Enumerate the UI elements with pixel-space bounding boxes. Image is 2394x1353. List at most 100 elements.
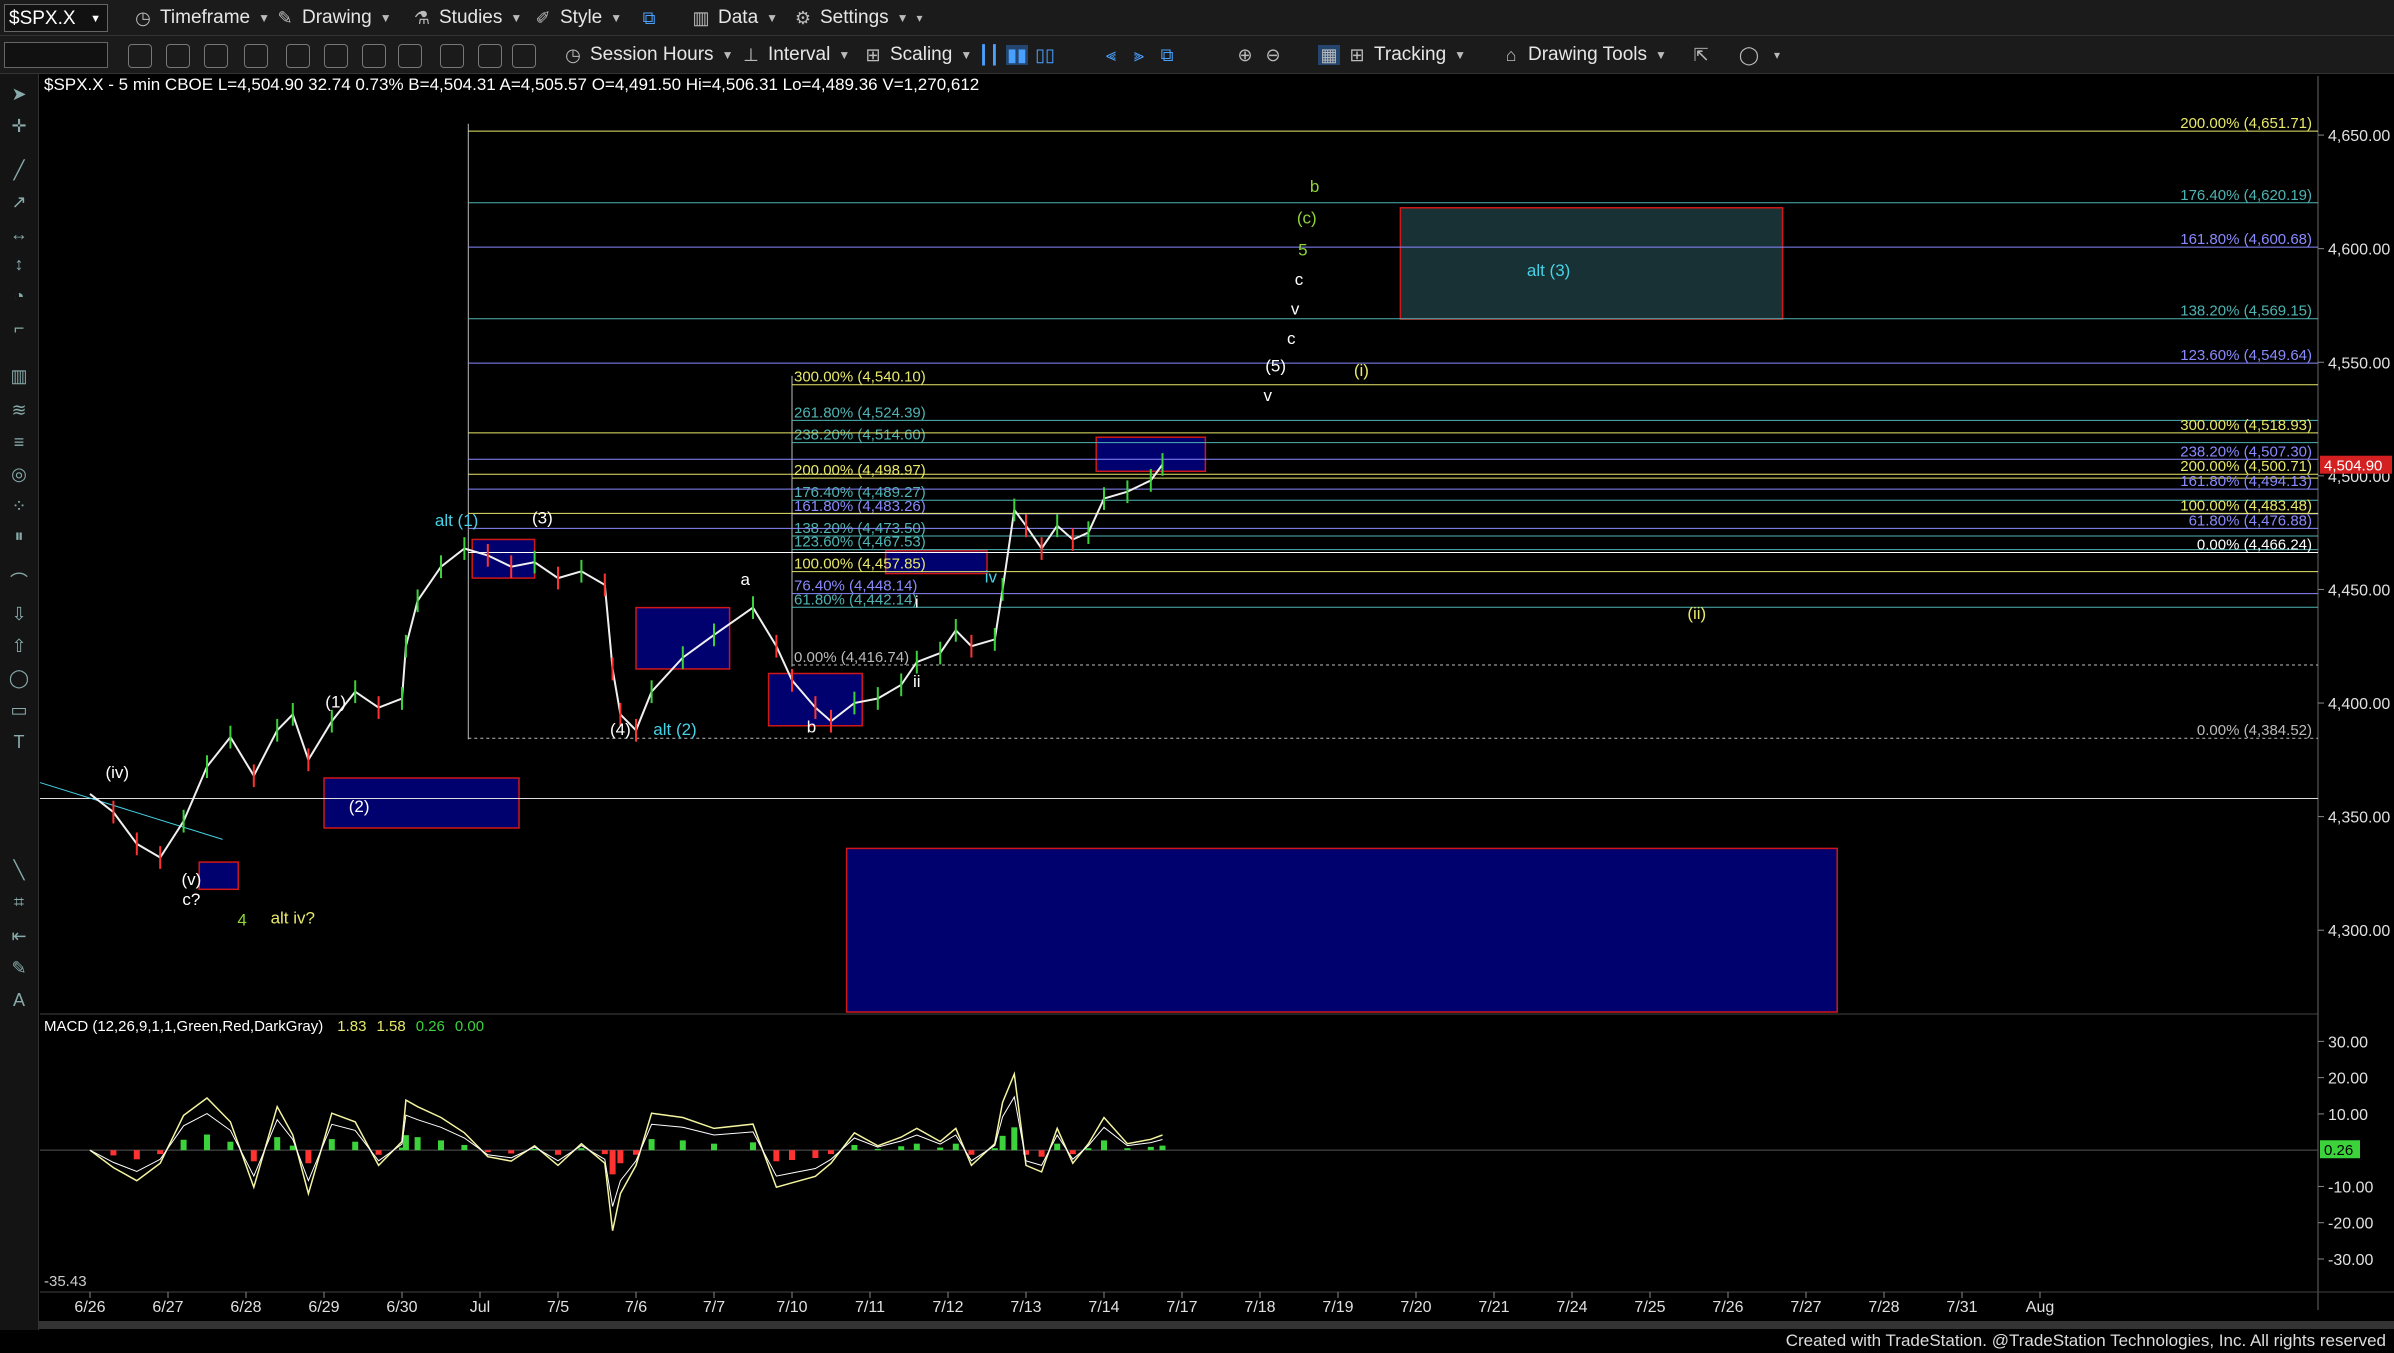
macd-histogram-down [157, 1150, 164, 1155]
time-tick-label: 7/7 [703, 1299, 725, 1316]
time-tick-label: 7/20 [1400, 1299, 1431, 1316]
macd-histogram-down [133, 1150, 140, 1160]
time-tick-label: 7/25 [1634, 1299, 1665, 1316]
time-tick-label: 7/27 [1790, 1299, 1821, 1316]
fib-level-label: 176.40% (4,620.19) [2180, 187, 2312, 204]
fib-level-label: 200.00% (4,498.97) [794, 462, 926, 479]
time-tick-label: 6/29 [308, 1299, 339, 1316]
fib-level-label: 61.80% (4,476.88) [2189, 512, 2312, 529]
wave-label: (1) [325, 693, 346, 712]
fib-level-label: 0.00% (4,416.74) [794, 649, 909, 666]
macd-current-label: 0.26 [2324, 1142, 2353, 1159]
fib-level-label: 0.00% (4,466.24) [2197, 537, 2312, 554]
wave-label: alt iv? [271, 908, 315, 927]
macd-histogram-up [461, 1144, 468, 1151]
macd-histogram-up [402, 1135, 409, 1151]
macd-histogram-down [375, 1150, 382, 1155]
macd-histogram-up [1159, 1145, 1166, 1151]
macd-tick-label: 10.00 [2328, 1107, 2368, 1124]
macd-histogram-down [617, 1150, 624, 1164]
macd-tick-label: 30.00 [2328, 1034, 2368, 1051]
macd-label: MACD (12,26,9,1,1,Green,Red,DarkGray) 1.8… [44, 1018, 484, 1035]
macd-histogram-up [1085, 1148, 1092, 1151]
wave-label: (5) [1265, 356, 1286, 375]
macd-histogram-down [633, 1150, 639, 1155]
fib-level-label: 123.60% (4,549.64) [2180, 347, 2312, 364]
price-tick-label: 4,600.00 [2328, 242, 2390, 259]
macd-histogram-up [531, 1148, 538, 1151]
wave-label: (c) [1297, 209, 1317, 228]
fib-level-label: 161.80% (4,494.13) [2180, 473, 2312, 490]
time-tick-label: 7/14 [1088, 1299, 1119, 1316]
macd-histogram-up [227, 1141, 234, 1151]
price-tick-label: 4,400.00 [2328, 696, 2390, 713]
macd-histogram-down [828, 1150, 834, 1155]
wave-label: b [807, 718, 816, 737]
fib-level-label: 238.20% (4,514.60) [794, 427, 926, 444]
macd-histogram-up [991, 1148, 998, 1151]
wave-label: (2) [349, 797, 370, 816]
macd-histogram-down [484, 1150, 491, 1153]
macd-histogram-up [328, 1139, 335, 1151]
wave-label: (i) [1354, 361, 1369, 380]
macd-histogram-up [898, 1146, 905, 1151]
fib-level-label: 300.00% (4,518.93) [2180, 417, 2312, 434]
fib-level-label: 261.80% (4,524.39) [794, 404, 926, 421]
fib-level-label: 300.00% (4,540.10) [794, 369, 926, 386]
wave-label: 4 [237, 911, 246, 930]
wave-label: 5 [1298, 240, 1307, 259]
current-price-label: 4,504.90 [2324, 458, 2382, 475]
time-tick-label: 7/5 [547, 1299, 569, 1316]
time-tick-label: 7/6 [625, 1299, 647, 1316]
fib-level-label: 61.80% (4,442.14) [794, 591, 917, 608]
macd-histogram-up [1011, 1127, 1018, 1151]
macd-histogram-down [250, 1150, 257, 1162]
time-tick-label: 7/17 [1166, 1299, 1197, 1316]
price-tick-label: 4,650.00 [2328, 128, 2390, 145]
wave-label: (v) [181, 870, 201, 889]
price-tick-label: 4,550.00 [2328, 355, 2390, 372]
chart-header: $SPX.X - 5 min CBOE L=4,504.90 32.74 0.7… [44, 75, 979, 94]
macd-histogram-up [180, 1139, 187, 1151]
macd-histogram-up [578, 1148, 585, 1151]
macd-histogram-up [274, 1137, 281, 1151]
macd-histogram-up [438, 1140, 444, 1151]
macd-histogram-up [414, 1137, 421, 1151]
wave-label: v [1291, 300, 1300, 319]
macd-histogram-up [1124, 1148, 1131, 1151]
wave-label: a [740, 570, 750, 589]
wave-label: i [915, 593, 919, 612]
time-tick-label: Jul [470, 1299, 490, 1316]
macd-histogram-up [851, 1144, 858, 1151]
macd-histogram-down [1069, 1150, 1076, 1155]
macd-histogram-up [1101, 1140, 1107, 1151]
macd-histogram-up [952, 1143, 959, 1151]
horizontal-scrollbar[interactable] [38, 1321, 2394, 1329]
wave-label: (iv) [105, 763, 129, 782]
zone-box [471, 538, 536, 579]
time-tick-label: 7/10 [776, 1299, 807, 1316]
time-tick-label: Aug [2026, 1299, 2054, 1316]
macd-histogram-up [204, 1134, 210, 1151]
time-tick-label: 7/21 [1478, 1299, 1509, 1316]
macd-histogram-down [789, 1150, 795, 1160]
macd-histogram-up [679, 1140, 686, 1151]
wave-label: c [1287, 329, 1296, 348]
macd-histogram-down [305, 1150, 312, 1164]
wave-label: b [1310, 177, 1319, 196]
time-tick-label: 7/28 [1868, 1299, 1899, 1316]
macd-histogram-down [110, 1150, 117, 1156]
zone-box [198, 861, 239, 891]
fib-level-label: 161.80% (4,600.68) [2180, 231, 2312, 248]
macd-tick-label: 20.00 [2328, 1071, 2368, 1088]
fib-level-label: 161.80% (4,483.26) [794, 498, 926, 515]
zone-box [1399, 207, 1784, 320]
macd-histogram-up [750, 1142, 756, 1151]
macd-histogram-up [937, 1147, 944, 1151]
time-tick-label: 6/28 [230, 1299, 261, 1316]
wave-label: (3) [532, 509, 553, 528]
wave-label: c? [182, 890, 200, 909]
macd-histogram-down [1038, 1150, 1045, 1157]
price-tick-label: 4,300.00 [2328, 923, 2390, 940]
price-chart[interactable]: 300.00% (4,540.10) 261.80% (4,524.39) 238.… [0, 0, 2394, 1353]
